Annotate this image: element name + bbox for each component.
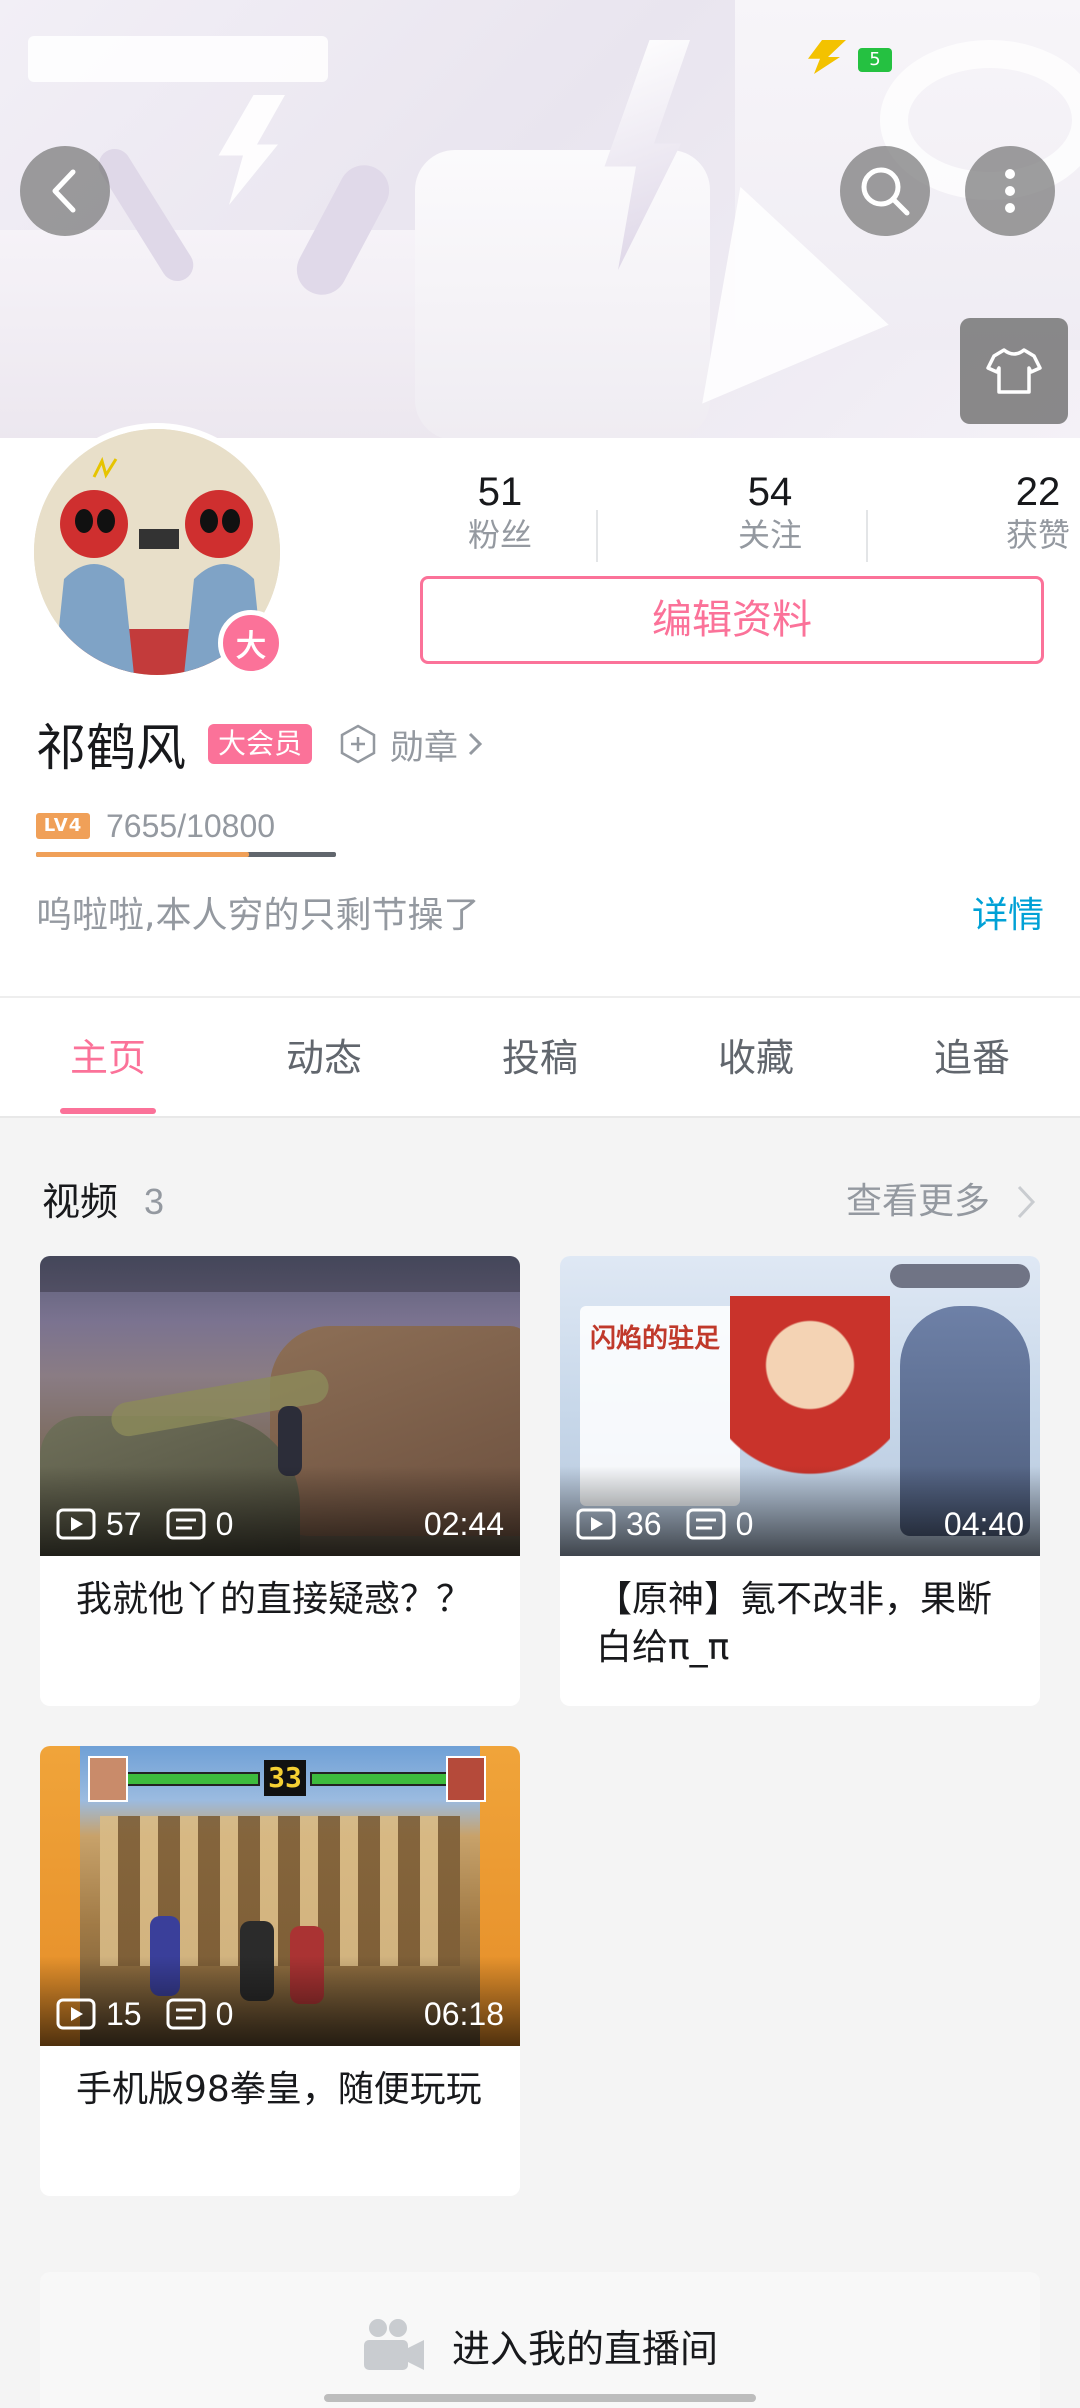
videos-count: 3 xyxy=(144,1181,165,1222)
thumbnail-text: 33 xyxy=(264,1760,306,1796)
edit-profile-button[interactable]: 编辑资料 xyxy=(420,576,1044,664)
following-label: 关注 xyxy=(737,516,802,554)
banner-decoration xyxy=(415,150,710,438)
tab-home[interactable]: 主页 xyxy=(0,998,216,1118)
stat-divider xyxy=(596,510,598,562)
followers-count: 51 xyxy=(477,470,523,514)
more-button[interactable] xyxy=(965,146,1055,236)
stat-divider xyxy=(866,510,868,562)
danmaku-count: 0 xyxy=(215,1505,234,1542)
danmaku-count: 0 xyxy=(735,1505,754,1542)
profile-tabs: 主页 动态 投稿 收藏 追番 xyxy=(0,996,1080,1118)
thumbnail-text: 闪焰的驻足 xyxy=(590,1324,721,1354)
danmaku-icon xyxy=(686,1508,726,1540)
chevron-right-icon[interactable] xyxy=(1014,1182,1038,1222)
play-count-icon xyxy=(576,1508,616,1540)
video-card[interactable]: 57 0 02:44 我就他丫的直接疑惑？？ xyxy=(40,1256,520,1706)
video-title: 我就他丫的直接疑惑？？ xyxy=(76,1579,473,1620)
search-icon xyxy=(861,167,910,216)
battery-icon: 5 xyxy=(858,48,892,72)
back-arrow-icon xyxy=(52,169,76,213)
play-count: 15 xyxy=(106,1995,142,2032)
followers-stat[interactable]: 51 粉丝 xyxy=(420,468,580,554)
tab-favorites[interactable]: 收藏 xyxy=(648,998,864,1118)
exp-progress-bar xyxy=(36,852,336,857)
status-bar: 5 xyxy=(0,30,1080,90)
charging-icon xyxy=(808,40,846,74)
tab-bangumi[interactable]: 追番 xyxy=(864,998,1080,1118)
video-thumbnail: 33 15 0 06:18 xyxy=(40,1746,520,2046)
following-stat[interactable]: 54 关注 xyxy=(690,468,850,554)
tab-dynamics[interactable]: 动态 xyxy=(216,998,432,1118)
lightning-decoration-icon xyxy=(218,95,285,205)
medal-link[interactable]: 勋章 xyxy=(390,720,458,769)
dress-up-button[interactable] xyxy=(960,318,1068,424)
status-bar-left xyxy=(28,36,328,82)
medal-icon[interactable] xyxy=(338,724,378,764)
profile-card: 大 51 粉丝 54 关注 22 获赞 编辑资料 祁鹤风 大会员 勋章 LV4 … xyxy=(0,423,1080,996)
signature: 呜啦啦,本人穷的只剩节操了 xyxy=(36,895,480,936)
video-duration: 04:40 xyxy=(943,1505,1024,1542)
video-meta: 15 0 06:18 xyxy=(56,1994,504,2034)
live-room-entry[interactable]: 进入我的直播间 xyxy=(40,2272,1040,2408)
play-count: 57 xyxy=(106,1505,142,1542)
live-room-content: 进入我的直播间 xyxy=(40,2310,1040,2380)
video-card[interactable]: 33 15 0 06:18 手机版98拳皇，随便玩玩 xyxy=(40,1746,520,2196)
video-duration: 06:18 xyxy=(423,1995,504,2032)
chevron-right-icon xyxy=(468,732,483,756)
video-title: 手机版98拳皇，随便玩玩 xyxy=(76,2069,482,2110)
signature-row: 呜啦啦,本人穷的只剩节操了 详情 xyxy=(36,888,1044,948)
video-duration: 02:44 xyxy=(423,1505,504,1542)
level-badge: LV4 xyxy=(36,813,90,839)
vip-tag[interactable]: 大会员 xyxy=(208,724,313,764)
video-title: 【原神】氪不改非，果断白给π_π xyxy=(596,1579,993,1668)
tshirt-icon xyxy=(986,348,1042,394)
likes-count: 22 xyxy=(1015,470,1061,514)
level-row: LV4 7655/10800 xyxy=(36,804,275,848)
vip-avatar-badge: 大 xyxy=(218,610,284,676)
username: 祁鹤风 xyxy=(36,719,186,777)
active-tab-indicator xyxy=(60,1108,156,1114)
exp-progress-fill xyxy=(36,852,249,857)
followers-label: 粉丝 xyxy=(467,516,532,554)
video-thumbnail: 闪焰的驻足 36 0 04:40 xyxy=(560,1256,1040,1556)
more-vertical-icon xyxy=(1005,169,1015,213)
live-room-label: 进入我的直播间 xyxy=(451,2326,718,2371)
exp-text: 7655/10800 xyxy=(106,807,276,844)
danmaku-count: 0 xyxy=(215,1995,234,2032)
video-thumbnail: 57 0 02:44 xyxy=(40,1256,520,1556)
play-count-icon xyxy=(56,1998,96,2030)
videos-section-title: 视频 xyxy=(42,1180,119,1224)
videos-section-header: 视频 3 查看更多 xyxy=(42,1170,1038,1234)
video-meta: 57 0 02:44 xyxy=(56,1504,504,1544)
play-count-icon xyxy=(56,1508,96,1540)
home-indicator[interactable] xyxy=(324,2394,756,2402)
detail-link[interactable]: 详情 xyxy=(972,888,1044,944)
tab-submissions[interactable]: 投稿 xyxy=(432,998,648,1118)
following-count: 54 xyxy=(747,470,793,514)
danmaku-icon xyxy=(166,1508,206,1540)
likes-label: 获赞 xyxy=(1005,516,1070,554)
name-row: 祁鹤风 大会员 勋章 xyxy=(36,710,484,778)
camera-icon xyxy=(363,2319,424,2370)
likes-stat[interactable]: 22 获赞 xyxy=(958,468,1080,554)
see-more-link[interactable]: 查看更多 xyxy=(846,1170,990,1234)
profile-stats: 51 粉丝 54 关注 22 获赞 xyxy=(420,468,1070,562)
video-card[interactable]: 闪焰的驻足 36 0 04:40 【原神】氪不改非，果断白给π_π xyxy=(560,1256,1040,1706)
play-count: 36 xyxy=(626,1505,662,1542)
search-button[interactable] xyxy=(840,146,930,236)
profile-banner: 5 xyxy=(0,0,1080,438)
danmaku-icon xyxy=(166,1998,206,2030)
back-button[interactable] xyxy=(20,146,110,236)
video-meta: 36 0 04:40 xyxy=(576,1504,1024,1544)
